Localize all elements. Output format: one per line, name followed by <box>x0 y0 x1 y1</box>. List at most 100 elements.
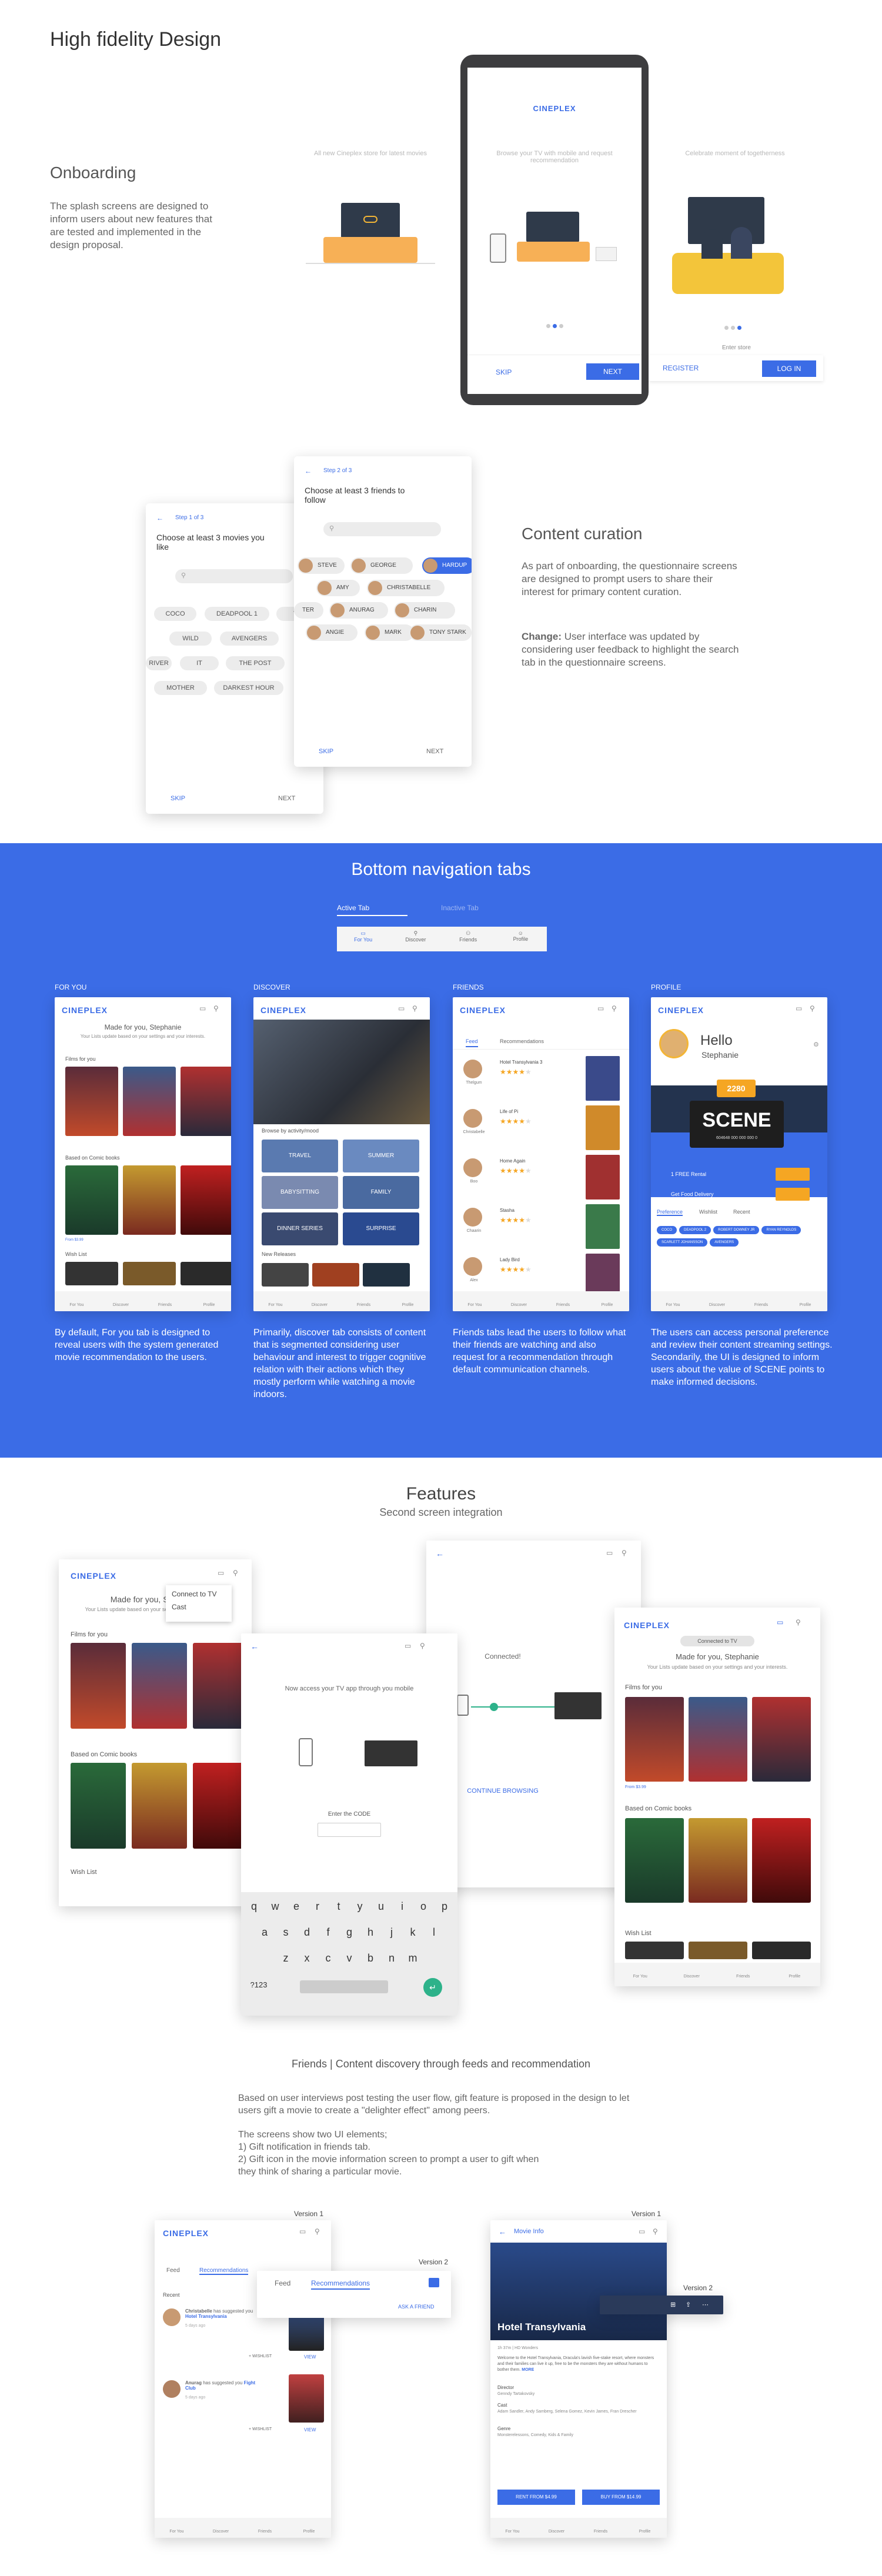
movie-poster[interactable] <box>193 1763 248 1849</box>
key-j[interactable]: j <box>381 1926 402 1939</box>
pref-chip[interactable]: COCO <box>657 1226 677 1234</box>
key-l[interactable]: l <box>423 1926 445 1939</box>
key-w[interactable]: w <box>265 1900 286 1913</box>
tab-wishlist[interactable]: Wishlist <box>699 1209 717 1215</box>
key-e[interactable]: e <box>286 1900 307 1913</box>
search-input[interactable]: ⚲ <box>323 522 441 536</box>
next-button[interactable]: NEXT <box>426 748 443 755</box>
tab-preference[interactable]: Preference <box>657 1209 683 1216</box>
back-arrow-icon[interactable]: ← <box>156 514 163 522</box>
tab-discover[interactable]: Discover <box>298 1291 342 1311</box>
key-v[interactable]: v <box>339 1952 360 1964</box>
ask-a-friend-button[interactable]: ASK A FRIEND <box>398 2304 435 2310</box>
friend-chip[interactable]: GEORGE <box>350 557 413 574</box>
pref-chip[interactable]: SCARLETT JOHANSSON <box>657 1238 708 1247</box>
tab-discover[interactable]: Discover <box>497 1291 541 1311</box>
friend-chip[interactable]: ANGIE <box>306 624 358 641</box>
pref-chip[interactable]: AVENGERS <box>710 1238 739 1247</box>
search-icon[interactable]: ⚲ <box>622 1549 627 1557</box>
mood-tile[interactable]: SUMMER <box>343 1140 419 1172</box>
settings-icon[interactable]: ⚙ <box>813 1041 819 1048</box>
key-b[interactable]: b <box>360 1952 381 1964</box>
friend-chip[interactable]: TONY STARK <box>409 624 472 641</box>
tab-profile[interactable]: Profile <box>386 1291 430 1311</box>
key-p[interactable]: p <box>434 1900 455 1913</box>
tab-discover[interactable]: Discover <box>99 1291 143 1311</box>
tab-for-you[interactable]: For You <box>651 1291 695 1311</box>
tab-friends[interactable]: Friends <box>717 1963 769 1986</box>
movie-chip[interactable]: DEADPOOL 1 <box>205 607 269 621</box>
movie-chip[interactable]: WILD <box>169 632 212 646</box>
mood-tile[interactable]: TRAVEL <box>262 1140 338 1172</box>
search-icon[interactable]: ⚲ <box>796 1618 801 1626</box>
enter-store-link[interactable]: Enter store <box>722 345 751 351</box>
tab-friends[interactable]: Friends <box>143 1291 187 1311</box>
key-n[interactable]: n <box>381 1952 402 1964</box>
cast-icon[interactable]: ▭ <box>398 1004 405 1013</box>
tab-profile[interactable]: Profile <box>585 1291 629 1311</box>
scene-card[interactable]: SCENE 604648 000 000 000 0 <box>690 1101 784 1148</box>
key-h[interactable]: h <box>360 1926 381 1939</box>
movie-poster[interactable] <box>689 1697 747 1782</box>
search-icon[interactable]: ⚲ <box>810 1004 815 1013</box>
tab-profile[interactable]: Profile <box>287 2518 331 2538</box>
friend-chip[interactable]: AMY <box>316 580 360 596</box>
tab-friends[interactable]: ⚇ Friends <box>442 927 495 951</box>
key-u[interactable]: u <box>370 1900 392 1913</box>
tab-friends[interactable]: Friends <box>342 1291 386 1311</box>
key-x[interactable]: x <box>296 1952 318 1964</box>
search-icon[interactable]: ⚲ <box>420 1642 425 1650</box>
movie-poster[interactable] <box>289 2374 324 2423</box>
key-z[interactable]: z <box>275 1952 296 1964</box>
tab-recommendations[interactable]: Recommendations <box>311 2279 370 2290</box>
search-icon[interactable]: ⚲ <box>653 2227 658 2236</box>
rent-button[interactable]: RENT FROM $4.99 <box>497 2490 575 2505</box>
tab-feed[interactable]: Feed <box>275 2279 290 2287</box>
mood-tile[interactable]: BABYSITTING <box>262 1176 338 1209</box>
feed-item[interactable]: Boo Home Again ★★★★★ <box>453 1152 629 1200</box>
tab-friends[interactable]: Friends <box>739 1291 783 1311</box>
movie-poster[interactable] <box>625 1818 684 1903</box>
movie-poster[interactable] <box>586 1204 620 1249</box>
cast-icon[interactable]: ▭ <box>405 1642 411 1650</box>
mood-tile[interactable]: DINNER SERIES <box>262 1212 338 1245</box>
movie-chip[interactable]: MOTHER <box>154 681 207 695</box>
friend-chip[interactable]: MARK <box>365 624 414 641</box>
key-r[interactable]: r <box>307 1900 328 1913</box>
key-t[interactable]: t <box>328 1900 349 1913</box>
movie-poster[interactable] <box>181 1067 231 1136</box>
tab-for-you[interactable]: For You <box>490 2518 534 2538</box>
movie-poster[interactable] <box>65 1262 118 1285</box>
tab-profile[interactable]: Profile <box>783 1291 827 1311</box>
cast-connected-icon[interactable]: ▭ <box>777 1618 783 1626</box>
tab-discover[interactable]: Discover <box>199 2518 243 2538</box>
tab-discover[interactable]: Discover <box>666 1963 718 1986</box>
tab-friends[interactable]: Friends <box>243 2518 287 2538</box>
cast-icon[interactable]: ▭ <box>199 1004 206 1013</box>
movie-hero[interactable]: Hotel Transylvania <box>490 2243 667 2340</box>
skip-button[interactable]: SKIP <box>496 368 512 376</box>
connect-to-tv-item[interactable]: Connect to TV <box>166 1585 232 1601</box>
back-arrow-icon[interactable]: ← <box>436 1549 444 1558</box>
movie-poster[interactable] <box>71 1643 126 1729</box>
key-o[interactable]: o <box>413 1900 434 1913</box>
order-button[interactable] <box>776 1188 810 1201</box>
feed-item[interactable]: Thelgum Hotel Transylvania 3 ★★★★★ <box>453 1054 629 1101</box>
search-icon[interactable]: ⚲ <box>412 1004 417 1013</box>
cast-icon[interactable]: ▭ <box>218 1569 224 1577</box>
tab-friends[interactable]: Friends <box>579 2518 623 2538</box>
pref-chip[interactable]: RYAN REYNOLDS <box>761 1226 801 1234</box>
movie-chip[interactable]: AVENGERS <box>220 632 279 646</box>
back-arrow-icon[interactable]: ← <box>250 1642 259 1651</box>
avatar[interactable] <box>659 1029 689 1058</box>
next-button[interactable]: NEXT <box>586 363 639 380</box>
gift-icon[interactable] <box>429 2278 439 2287</box>
movie-chip[interactable]: DARKEST HOUR <box>214 681 283 695</box>
pref-chip[interactable]: DEADPOOL 2 <box>679 1226 711 1234</box>
tab-for-you[interactable]: For You <box>614 1963 666 1986</box>
mood-tile[interactable]: SURPRISE <box>343 1212 419 1245</box>
pref-chip[interactable]: ROBERT DOWNEY JR <box>713 1226 760 1234</box>
tab-discover[interactable]: Discover <box>534 2518 579 2538</box>
cast-icon[interactable]: ▭ <box>597 1004 604 1013</box>
cast-icon[interactable]: ▭ <box>796 1004 802 1013</box>
